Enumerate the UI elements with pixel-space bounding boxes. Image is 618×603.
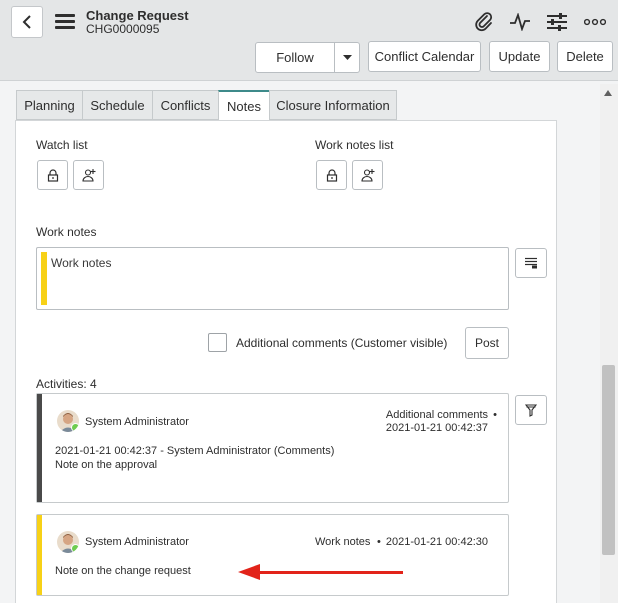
activity-type: Additional comments — [385, 409, 488, 421]
watch-list-label: Watch list — [36, 138, 88, 152]
delete-button[interactable]: Delete — [557, 41, 613, 72]
add-user-icon — [81, 169, 95, 182]
list-icon — [525, 257, 537, 269]
tab-conflicts[interactable]: Conflicts — [152, 90, 219, 120]
activity-card: System Administrator Work notes • 2021-0… — [36, 514, 509, 596]
additional-comments-checkbox[interactable] — [208, 333, 227, 352]
avatar — [57, 410, 79, 432]
scroll-up-icon[interactable] — [604, 90, 612, 96]
work-notes-list-lock-button[interactable] — [316, 160, 347, 190]
caret-down-icon — [342, 54, 352, 60]
work-notes-toggle-button[interactable] — [515, 248, 547, 278]
watch-list-lock-button[interactable] — [37, 160, 68, 190]
activity-stripe — [37, 515, 42, 595]
activity-stripe — [37, 394, 42, 502]
lock-icon — [326, 168, 337, 182]
post-button[interactable]: Post — [465, 327, 509, 359]
work-notes-list-add-me-button[interactable] — [352, 160, 383, 190]
settings-sliders-icon[interactable] — [545, 10, 569, 34]
activity-timestamp: 2021-01-21 00:42:37 — [385, 422, 488, 434]
follow-button[interactable]: Follow — [255, 42, 335, 73]
activity-card: System Administrator Additional comments… — [36, 393, 509, 503]
record-title: Change Request — [86, 8, 189, 23]
activity-author: System Administrator — [85, 536, 189, 548]
activity-icon[interactable] — [508, 10, 532, 34]
watch-list-add-me-button[interactable] — [73, 160, 104, 190]
work-notes-field[interactable]: Work notes — [36, 247, 509, 310]
update-button[interactable]: Update — [489, 41, 550, 72]
tab-notes[interactable]: Notes — [218, 90, 270, 121]
conflict-calendar-button[interactable]: Conflict Calendar — [368, 41, 481, 72]
annotation-arrow-line — [258, 571, 403, 574]
lock-icon — [47, 168, 58, 182]
tab-closure-information[interactable]: Closure Information — [269, 90, 397, 120]
paperclip-icon[interactable] — [472, 10, 496, 34]
back-button[interactable] — [11, 6, 43, 38]
record-number: CHG0000095 — [86, 22, 160, 36]
avatar — [57, 531, 79, 553]
activities-header: Activities: 4 — [36, 377, 97, 391]
more-icon[interactable] — [583, 10, 607, 34]
additional-comments-label: Additional comments (Customer visible) — [236, 336, 448, 350]
follow-dropdown-button[interactable] — [334, 42, 360, 73]
tab-planning[interactable]: Planning — [16, 90, 83, 120]
work-notes-placeholder: Work notes — [51, 256, 112, 270]
activity-filter-button[interactable] — [515, 395, 547, 425]
scrollbar-thumb[interactable] — [602, 365, 615, 555]
tab-schedule[interactable]: Schedule — [82, 90, 153, 120]
form-header: Change Request CHG0000095 Follow Conflic… — [0, 0, 618, 81]
back-icon — [22, 15, 31, 29]
activity-detail-line: 2021-01-21 00:42:37 - System Administrat… — [55, 445, 335, 457]
activity-type: Work notes — [315, 536, 371, 548]
menu-icon[interactable] — [55, 14, 75, 30]
activity-text: Note on the approval — [55, 459, 158, 471]
activity-author: System Administrator — [85, 416, 189, 428]
activity-timestamp: 2021-01-21 00:42:30 — [385, 536, 488, 548]
work-notes-list-label: Work notes list — [315, 138, 394, 152]
work-notes-label: Work notes — [36, 225, 97, 239]
annotation-arrow-icon — [238, 564, 260, 580]
add-user-icon — [360, 169, 374, 182]
filter-icon — [525, 403, 537, 417]
activity-text: Note on the change request — [55, 565, 191, 577]
work-notes-accent-bar — [41, 252, 47, 305]
